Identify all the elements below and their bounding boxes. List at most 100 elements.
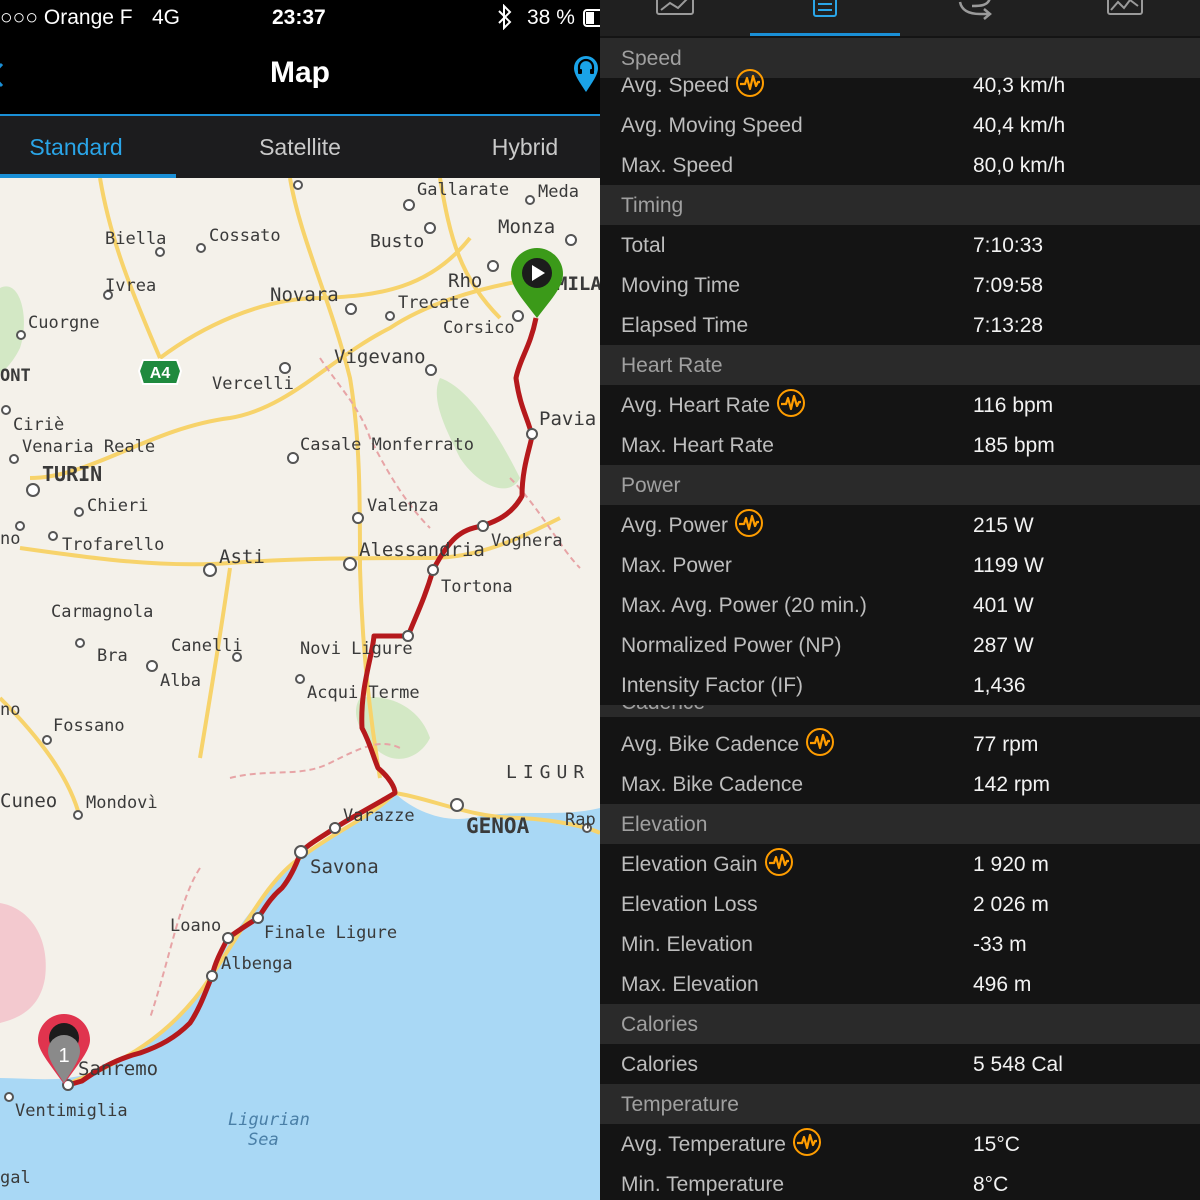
place-label: Cossato	[209, 226, 281, 246]
stat-row: Max. Elevation 496 m	[600, 964, 1200, 1004]
laps-icon[interactable]	[900, 0, 1050, 36]
personal-record-icon[interactable]	[792, 1127, 822, 1157]
stat-row: Moving Time 7:09:58	[600, 265, 1200, 305]
stat-value: 185 bpm	[973, 434, 1055, 457]
stat-value: 40,3 km/h	[973, 74, 1066, 97]
stat-label-text: Avg. Bike Cadence	[621, 733, 800, 756]
place-label: Biella	[105, 229, 166, 249]
stat-label-text: Calories	[621, 1053, 699, 1076]
section-title: Power	[621, 474, 681, 497]
stat-label-text: Max. Bike Cadence	[621, 773, 804, 796]
stat-label: Elapsed Time	[621, 314, 748, 338]
personal-record-icon[interactable]	[734, 508, 764, 538]
stat-label: Avg. Heart Rate	[621, 389, 806, 418]
stat-row: Elevation Gain 1 920 m	[600, 844, 1200, 884]
place-label: Finale Ligure	[264, 923, 397, 943]
stat-value: 7:10:33	[973, 234, 1044, 257]
place-label: Varazze	[343, 806, 415, 826]
stat-value: 1 920 m	[973, 853, 1049, 876]
stat-label: Min. Elevation	[621, 933, 753, 957]
stat-value: 116 bpm	[973, 394, 1054, 417]
stat-label: Elevation Gain	[621, 848, 794, 877]
place-label: Venaria Reale	[22, 437, 155, 457]
stat-label-text: Avg. Temperature	[621, 1133, 786, 1156]
stat-label: Avg. Speed	[621, 69, 765, 98]
stat-row: Avg. Temperature 15°C	[600, 1124, 1200, 1164]
place-label: Cuorgne	[28, 313, 100, 333]
place-label: Fossano	[53, 716, 125, 736]
place-label: Busto	[370, 231, 424, 252]
stat-value: 2 026 m	[973, 893, 1049, 916]
section-header: Power	[600, 465, 1200, 505]
place-label: no	[0, 529, 20, 549]
place-label: Trofarello	[62, 535, 164, 555]
stat-value: 5 548 Cal	[973, 1053, 1063, 1076]
personal-record-icon[interactable]	[776, 388, 806, 418]
place-label: Mondovì	[86, 793, 158, 813]
headset-pin-icon[interactable]	[572, 54, 600, 94]
road-label: A4	[150, 365, 171, 382]
stat-label-text: Normalized Power (NP)	[621, 634, 842, 657]
tab-satellite[interactable]: Satellite	[200, 116, 400, 178]
stat-label-text: Avg. Power	[621, 514, 728, 537]
section-title: Elevation	[621, 813, 708, 836]
list-icon[interactable]	[750, 0, 900, 36]
stat-row: Elevation Loss 2 026 m	[600, 884, 1200, 924]
stat-value: 40,4 km/h	[973, 114, 1066, 137]
place-label: Ventimiglia	[15, 1101, 128, 1121]
tab-hybrid[interactable]: Hybrid	[425, 116, 600, 178]
stat-row: Max. Avg. Power (20 min.) 401 W	[600, 585, 1200, 625]
clock: 23:37	[272, 6, 326, 29]
stat-row: Max. Heart Rate 185 bpm	[600, 425, 1200, 465]
stat-label: Avg. Moving Speed	[621, 114, 803, 138]
place-label: Voghera	[491, 531, 563, 551]
stat-label-text: Avg. Speed	[621, 74, 730, 97]
place-label: Sanremo	[78, 1058, 158, 1080]
stat-label: Max. Speed	[621, 154, 733, 178]
stat-label-text: Min. Elevation	[621, 933, 753, 956]
section-title: Calories	[621, 1013, 699, 1036]
stat-row: Max. Speed 80,0 km/h	[600, 145, 1200, 185]
section-header: Cadence	[600, 705, 1200, 717]
stat-value: 142 rpm	[973, 773, 1051, 796]
place-label: Vercelli	[212, 374, 294, 394]
stat-label-text: Max. Heart Rate	[621, 434, 774, 457]
a4-shield: A4	[137, 359, 183, 385]
personal-record-icon[interactable]	[735, 68, 765, 98]
stat-label: Normalized Power (NP)	[621, 634, 842, 658]
place-label: Pavia	[539, 408, 596, 430]
stat-row: Min. Temperature 8°C	[600, 1164, 1200, 1200]
stat-value: 1199 W	[973, 554, 1044, 577]
place-label: LIGUR	[506, 762, 590, 783]
nav-bar: Map	[0, 38, 600, 114]
stats-tab-bar	[600, 0, 1200, 36]
stats-chart-icon[interactable]	[600, 0, 750, 36]
sea-label: Sea	[248, 1130, 279, 1150]
stat-label: Avg. Temperature	[621, 1128, 822, 1157]
stat-value: 496 m	[973, 973, 1032, 996]
tab-standard[interactable]: Standard	[0, 116, 176, 178]
stat-label-text: Max. Speed	[621, 154, 734, 177]
stat-label: Max. Bike Cadence	[621, 773, 803, 797]
stat-row: Avg. Power 215 W	[600, 505, 1200, 545]
stat-value: 80,0 km/h	[973, 154, 1066, 177]
place-label: Rho	[448, 270, 482, 292]
personal-record-icon[interactable]	[764, 847, 794, 877]
stat-label-text: Min. Temperature	[621, 1173, 785, 1196]
graph-icon[interactable]	[1050, 0, 1200, 36]
place-label: Tortona	[441, 577, 513, 597]
stat-label-text: Intensity Factor (IF)	[621, 674, 804, 697]
route-map[interactable]: A4 Gallarate Meda Monza Biella Cossato B…	[0, 178, 600, 1200]
map-type-segmented-control: Standard Satellite Hybrid	[0, 114, 600, 180]
stat-row: Intensity Factor (IF) 1,436	[600, 665, 1200, 705]
stat-label: Calories	[621, 1053, 698, 1077]
stat-row: Normalized Power (NP) 287 W	[600, 625, 1200, 665]
section-header: Timing	[600, 185, 1200, 225]
stat-row: Min. Elevation -33 m	[600, 924, 1200, 964]
place-label: Canelli	[171, 636, 243, 656]
legal-label[interactable]: gal	[0, 1168, 31, 1188]
personal-record-icon[interactable]	[805, 727, 835, 757]
place-label: Carmagnola	[51, 602, 153, 622]
bluetooth-icon	[497, 3, 513, 36]
carrier-label: ○○○ Orange F	[0, 6, 133, 29]
